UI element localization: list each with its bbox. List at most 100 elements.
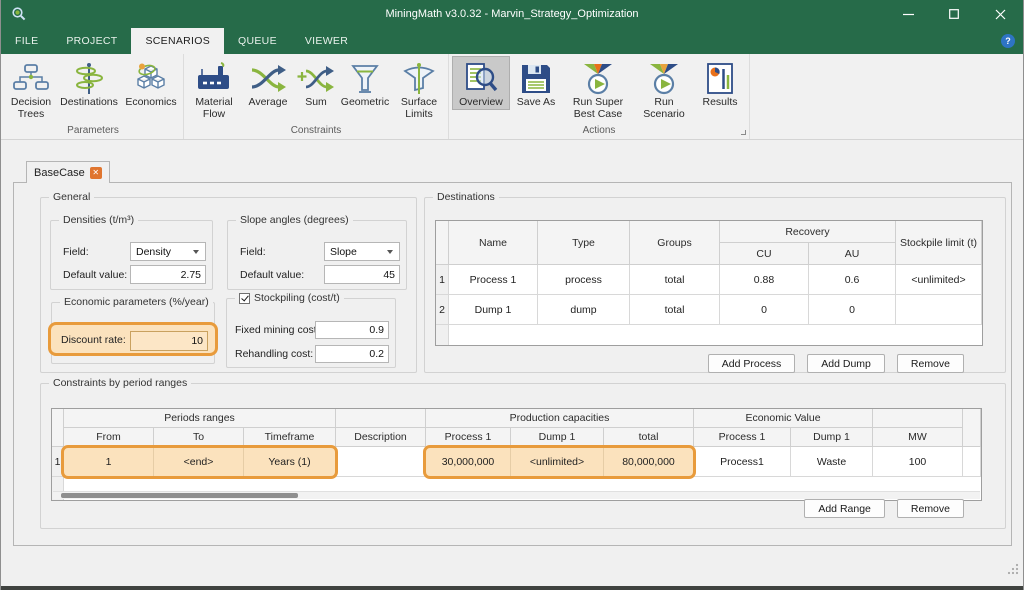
material-flow-button[interactable]: Material Flow (187, 56, 241, 121)
col-header-economic-value[interactable]: Economic Value (694, 409, 873, 428)
cell-groups[interactable]: total (630, 265, 720, 295)
cell-au[interactable]: 0.6 (809, 265, 896, 295)
economics-button[interactable]: Economics (122, 56, 180, 110)
cell-type[interactable]: process (538, 265, 630, 295)
destinations-table: Name Type Groups Recovery Stockpile limi… (435, 220, 983, 346)
cell-dump1-capacity[interactable]: <unlimited> (511, 447, 604, 477)
surface-limits-button[interactable]: Surface Limits (393, 56, 445, 121)
col-header-mw[interactable]: MW (873, 428, 963, 447)
help-icon[interactable]: ? (1001, 34, 1015, 48)
cell-timeframe[interactable]: Years (1) (244, 447, 336, 477)
cell-ev-dump1[interactable]: Waste (791, 447, 873, 477)
density-default-input[interactable] (130, 265, 206, 284)
save-as-button[interactable]: Save As (510, 56, 562, 110)
discount-rate-input[interactable] (130, 331, 208, 351)
dialog-launcher-icon[interactable] (741, 130, 746, 135)
slope-default-input[interactable] (324, 265, 400, 284)
col-header-name[interactable]: Name (449, 221, 538, 265)
col-header-periods-ranges[interactable]: Periods ranges (64, 409, 336, 428)
slope-field-select[interactable]: Slope (324, 242, 400, 261)
col-header-ev-process1[interactable]: Process 1 (694, 428, 791, 447)
close-button[interactable] (977, 0, 1023, 28)
remove-destination-button[interactable]: Remove (897, 354, 964, 373)
tab-close-icon[interactable]: ✕ (90, 167, 102, 179)
menu-viewer[interactable]: VIEWER (291, 28, 362, 54)
cell-total-capacity[interactable]: 80,000,000 (604, 447, 694, 477)
add-dump-button[interactable]: Add Dump (807, 354, 885, 373)
col-header-from[interactable]: From (64, 428, 154, 447)
menu-file[interactable]: FILE (1, 28, 52, 54)
geometric-button[interactable]: Geometric (337, 56, 393, 110)
col-header-to[interactable]: To (154, 428, 244, 447)
scrollbar-thumb[interactable] (61, 493, 298, 498)
col-header-recovery[interactable]: Recovery (720, 221, 896, 243)
decision-trees-icon (12, 60, 50, 97)
cell-stockpile-limit[interactable] (896, 295, 982, 325)
col-header-stockpile-limit[interactable]: Stockpile limit (t) (896, 221, 982, 265)
col-header-au[interactable]: AU (809, 243, 896, 265)
col-header-production-capacities[interactable]: Production capacities (426, 409, 694, 428)
workspace: BaseCase ✕ General Densities (t/m³) Fiel… (1, 140, 1023, 586)
average-button[interactable]: Average (241, 56, 295, 110)
cell-from[interactable]: 1 (64, 447, 154, 477)
cell-groups[interactable]: total (630, 295, 720, 325)
factory-icon (195, 60, 233, 97)
ribbon-button-label: Surface Limits (394, 97, 444, 120)
sum-button[interactable]: Sum (295, 56, 337, 110)
row-number[interactable]: 1 (436, 265, 449, 295)
fixed-mining-cost-input[interactable] (315, 321, 389, 339)
ribbon-button-label: Destinations (60, 97, 118, 109)
destinations-button[interactable]: Destinations (56, 56, 122, 110)
row-number[interactable]: 1 (52, 447, 64, 477)
col-header-ev-dump1[interactable]: Dump 1 (791, 428, 873, 447)
col-header-cu[interactable]: CU (720, 243, 809, 265)
table-filler (449, 325, 982, 345)
add-process-button[interactable]: Add Process (708, 354, 796, 373)
tab-basecase[interactable]: BaseCase ✕ (26, 161, 110, 183)
cell-mw[interactable]: 100 (873, 447, 963, 477)
cell-name[interactable]: Dump 1 (449, 295, 538, 325)
col-header-groups[interactable]: Groups (630, 221, 720, 265)
cell-au[interactable]: 0 (809, 295, 896, 325)
col-header-process1[interactable]: Process 1 (426, 428, 511, 447)
cell-type[interactable]: dump (538, 295, 630, 325)
run-scenario-button[interactable]: Run Scenario (634, 56, 694, 121)
ribbon-button-label: Economics (125, 97, 176, 109)
decision-trees-button[interactable]: Decision Trees (6, 56, 56, 121)
maximize-button[interactable] (931, 0, 977, 28)
add-range-button[interactable]: Add Range (804, 499, 885, 518)
horizontal-scrollbar[interactable] (53, 491, 980, 499)
window-bottom-edge (1, 586, 1023, 590)
cell-process1-capacity[interactable]: 30,000,000 (426, 447, 511, 477)
col-header-timeframe[interactable]: Timeframe (244, 428, 336, 447)
minimize-button[interactable] (885, 0, 931, 28)
stockpiling-checkbox[interactable] (239, 293, 250, 304)
density-field-select[interactable]: Density (130, 242, 206, 261)
cell-cu[interactable]: 0.88 (720, 265, 809, 295)
run-super-best-case-button[interactable]: Run Super Best Case (562, 56, 634, 121)
cell-stockpile-limit[interactable]: <unlimited> (896, 265, 982, 295)
col-header-dump1[interactable]: Dump 1 (511, 428, 604, 447)
cell-empty (963, 447, 981, 477)
cell-cu[interactable]: 0 (720, 295, 809, 325)
economics-cubes-icon (132, 60, 170, 97)
remove-range-button[interactable]: Remove (897, 499, 964, 518)
cell-ev-process1[interactable]: Process1 (694, 447, 791, 477)
row-number[interactable]: 2 (436, 295, 449, 325)
menu-scenarios[interactable]: SCENARIOS (131, 28, 224, 54)
ribbon-group-label: Parameters (6, 123, 180, 139)
cell-description[interactable] (336, 447, 426, 477)
destinations-title: Destinations (433, 191, 499, 203)
menu-project[interactable]: PROJECT (52, 28, 131, 54)
col-header-total[interactable]: total (604, 428, 694, 447)
cell-name[interactable]: Process 1 (449, 265, 538, 295)
col-header-empty (873, 409, 963, 428)
col-header-type[interactable]: Type (538, 221, 630, 265)
rehandling-cost-input[interactable] (315, 345, 389, 363)
col-header-description[interactable]: Description (336, 428, 426, 447)
menu-queue[interactable]: QUEUE (224, 28, 291, 54)
overview-button[interactable]: Overview (452, 56, 510, 110)
resize-grip[interactable] (1006, 562, 1019, 580)
results-button[interactable]: Results (694, 56, 746, 110)
cell-to[interactable]: <end> (154, 447, 244, 477)
